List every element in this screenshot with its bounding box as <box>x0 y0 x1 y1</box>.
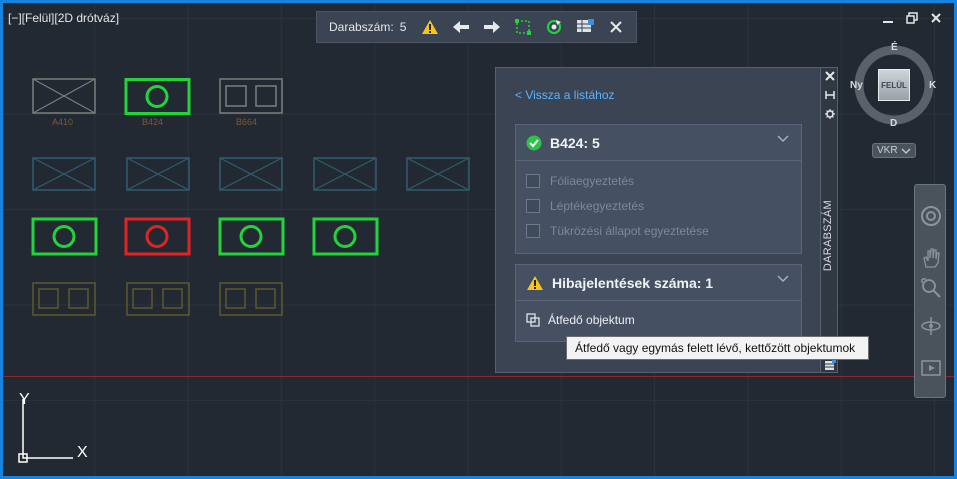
pan-icon[interactable] <box>918 245 944 271</box>
viewport-window-controls <box>882 11 942 24</box>
block-olive-3[interactable] <box>219 282 285 318</box>
count-toolbar: Darabszám: 5 <box>316 11 637 43</box>
viewcube-face-top[interactable]: FELÜL <box>878 69 910 101</box>
option-mirror-match[interactable]: Tükrözési állapot egyeztetése <box>516 218 801 243</box>
block-a410[interactable] <box>32 78 98 116</box>
checkbox[interactable] <box>526 223 540 238</box>
zoom-extents-icon[interactable] <box>918 275 944 301</box>
count-result-card: B424: 5 Fóliaegyeztetés Léptékegyeztetés… <box>515 124 802 254</box>
error-report-header[interactable]: Hibajelentések száma: 1 <box>516 265 801 301</box>
option-label: Fóliaegyeztetés <box>550 173 635 188</box>
showmotion-icon[interactable] <box>918 355 944 381</box>
block-teal-5[interactable] <box>406 157 472 193</box>
block-b424-instance-1[interactable] <box>31 217 99 257</box>
count-result-title: B424: 5 <box>550 134 600 151</box>
arrow-right-icon[interactable] <box>476 13 507 41</box>
block-teal-1[interactable] <box>32 157 98 193</box>
viewport-controls-label[interactable]: [−][Felül][2D drótváz] <box>8 11 119 25</box>
block-label-b424: B424 <box>142 117 164 127</box>
error-item-overlapping[interactable]: Átfedő objektum <box>516 301 801 339</box>
palette-side-title: DARABSZÁM <box>822 200 834 272</box>
block-teal-2[interactable] <box>126 157 192 193</box>
palette-table-icon[interactable] <box>824 359 836 371</box>
option-label: Tükrözési állapot egyeztetése <box>550 223 709 238</box>
block-b424-instance-3[interactable] <box>218 217 286 257</box>
compass-south[interactable]: D <box>890 118 897 129</box>
ucs-menu[interactable]: VKR <box>872 143 916 158</box>
block-olive-2[interactable] <box>126 282 192 318</box>
steering-wheel-icon[interactable] <box>918 203 944 229</box>
count-result-header[interactable]: B424: 5 <box>516 125 801 161</box>
error-item-label: Átfedő objektum <box>548 313 635 327</box>
palette-autohide-icon[interactable] <box>824 89 836 101</box>
zoom-object-icon[interactable] <box>507 13 538 41</box>
ucs-y-label: Y <box>19 391 30 408</box>
count-value: 5 <box>399 20 407 34</box>
x-axis-line <box>3 376 954 377</box>
warning-icon[interactable] <box>414 13 445 41</box>
palette-settings-icon[interactable] <box>824 108 836 120</box>
minimize-icon[interactable] <box>882 11 894 23</box>
compass-north[interactable]: É <box>891 42 898 53</box>
chevron-down-icon <box>901 148 911 154</box>
viewcube[interactable]: FELÜL É D K Ny <box>850 40 938 130</box>
close-icon[interactable] <box>600 13 631 41</box>
ucs-x-label: X <box>77 444 88 461</box>
count-label: Darabszám: <box>329 20 394 34</box>
block-olive-1[interactable] <box>32 282 98 318</box>
checkbox[interactable] <box>526 198 540 213</box>
option-scale-match[interactable]: Léptékegyeztetés <box>516 193 801 218</box>
block-b664[interactable] <box>219 78 285 116</box>
block-b424-instance-4[interactable] <box>312 217 380 257</box>
refresh-icon[interactable] <box>538 13 569 41</box>
chevron-down-icon[interactable] <box>777 275 789 283</box>
block-label-a410: A410 <box>52 117 74 127</box>
block-b424-overlap-error[interactable] <box>124 217 192 257</box>
ucs-menu-label: VKR <box>877 145 898 156</box>
option-label: Léptékegyeztetés <box>550 198 645 213</box>
insert-table-icon[interactable] <box>569 13 600 41</box>
block-teal-4[interactable] <box>313 157 379 193</box>
arrow-left-icon[interactable] <box>445 13 476 41</box>
error-report-card: Hibajelentések száma: 1 Átfedő objektum <box>515 264 802 342</box>
block-b424-selected[interactable] <box>124 78 192 116</box>
compass-west[interactable]: Ny <box>850 80 863 91</box>
palette-close-icon[interactable] <box>824 70 836 82</box>
checkbox[interactable] <box>526 173 540 188</box>
back-to-list-link[interactable]: < Vissza a listához <box>515 88 615 102</box>
orbit-icon[interactable] <box>918 313 944 339</box>
count-palette: < Vissza a listához B424: 5 Fóliaegyezte… <box>495 67 821 373</box>
block-label-b664: B664 <box>236 117 258 127</box>
restore-icon[interactable] <box>906 11 918 24</box>
check-circle-icon <box>526 135 542 150</box>
error-report-title: Hibajelentések száma: 1 <box>552 274 714 291</box>
warning-icon <box>527 275 543 290</box>
chevron-down-icon[interactable] <box>777 135 789 143</box>
option-layer-match[interactable]: Fóliaegyeztetés <box>516 168 801 193</box>
navigation-bar <box>914 184 946 398</box>
close-viewport-icon[interactable] <box>930 11 942 23</box>
block-teal-3[interactable] <box>219 157 285 193</box>
overlap-icon <box>526 313 540 327</box>
tooltip: Átfedő vagy egymás felett lévő, kettőzöt… <box>566 336 869 360</box>
count-options-list: Fóliaegyeztetés Léptékegyeztetés Tükrözé… <box>516 161 801 243</box>
compass-east[interactable]: K <box>929 80 936 91</box>
